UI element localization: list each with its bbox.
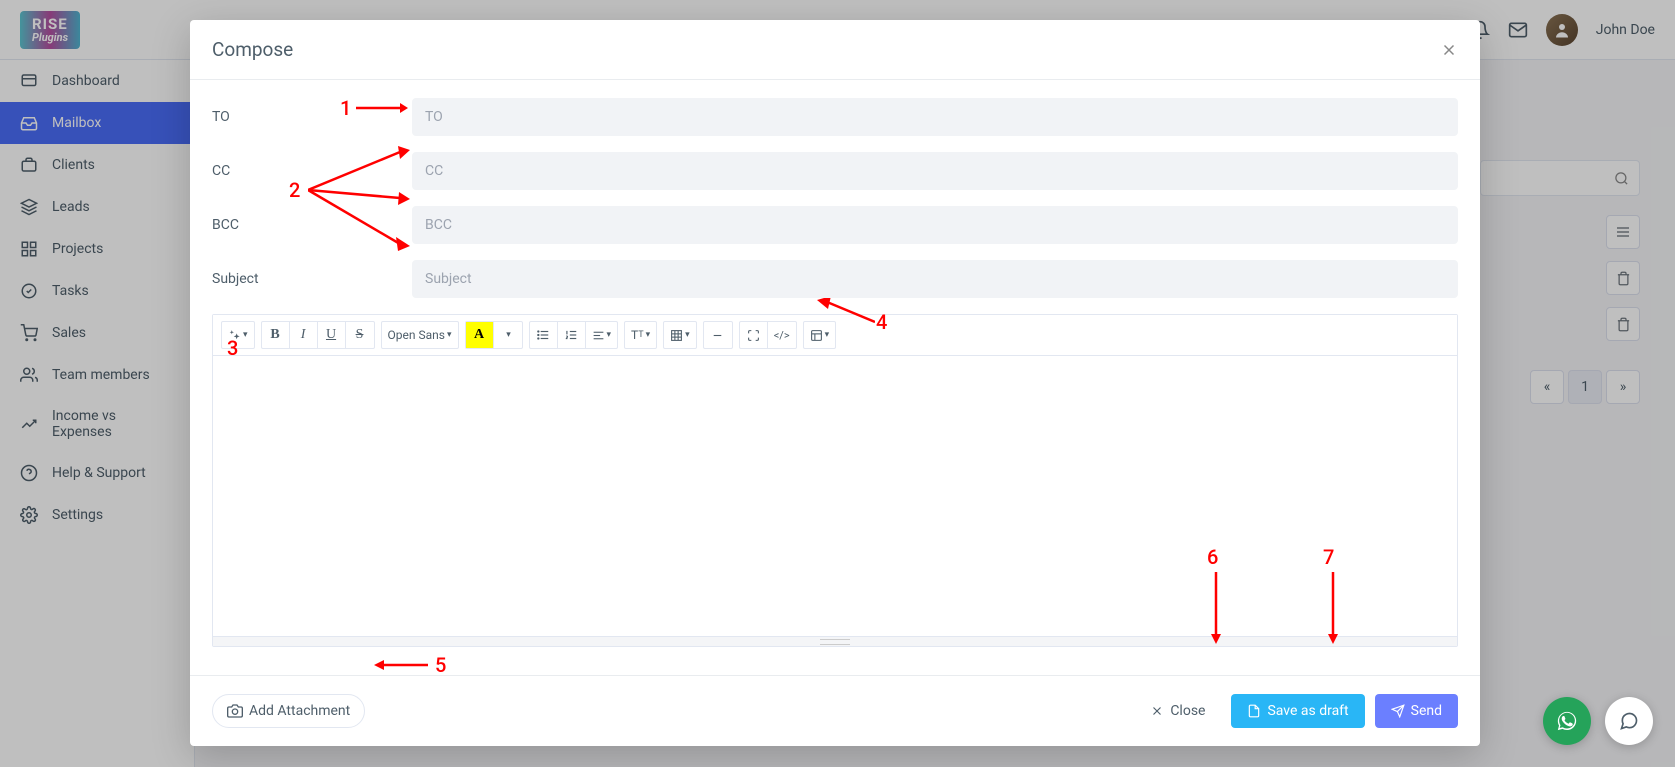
font-color-button[interactable]: A [466,322,494,348]
align-button[interactable]: ▾ [586,322,618,348]
whatsapp-icon [1556,710,1578,732]
camera-icon [227,703,243,719]
attach-label: Add Attachment [249,703,350,719]
cc-label: CC [212,163,412,179]
font-color-caret[interactable]: ▾ [494,322,522,348]
table-button[interactable]: ▾ [664,322,696,348]
fullscreen-button[interactable] [740,322,768,348]
whatsapp-button[interactable] [1543,697,1591,745]
strike-button[interactable]: S [346,322,374,348]
hr-button[interactable] [704,322,732,348]
x-icon [1150,704,1164,718]
chat-button[interactable] [1605,697,1653,745]
subject-label: Subject [212,271,412,287]
bold-button[interactable]: B [262,322,290,348]
subject-input[interactable] [412,260,1458,298]
italic-button[interactable]: I [290,322,318,348]
to-input[interactable] [412,98,1458,136]
file-icon [1247,704,1261,718]
ul-button[interactable] [530,322,558,348]
send-label: Send [1411,703,1442,719]
add-attachment-button[interactable]: Add Attachment [212,694,365,728]
save-draft-button[interactable]: Save as draft [1231,694,1364,728]
compose-modal: Compose TO CC BCC Subject ▾ B I [190,20,1480,746]
layout-button[interactable]: ▾ [804,322,836,348]
modal-title: Compose [212,38,293,61]
cc-input[interactable] [412,152,1458,190]
style-button[interactable]: TT▾ [625,322,656,348]
send-button[interactable]: Send [1375,694,1458,728]
font-family-select[interactable]: Open Sans▾ [382,322,458,348]
close-label: Close [1170,703,1205,719]
ol-button[interactable] [558,322,586,348]
editor-toolbar: ▾ B I U S Open Sans▾ A ▾ ▾ TT▾ [213,315,1457,356]
bcc-input[interactable] [412,206,1458,244]
send-icon [1391,704,1405,718]
codeview-button[interactable]: </> [768,322,796,348]
chat-icon [1619,711,1639,731]
editor: ▾ B I U S Open Sans▾ A ▾ ▾ TT▾ [212,314,1458,647]
bcc-label: BCC [212,217,412,233]
editor-content[interactable] [213,356,1457,636]
draft-label: Save as draft [1267,703,1348,719]
underline-button[interactable]: U [318,322,346,348]
magic-icon[interactable]: ▾ [222,322,254,348]
to-label: TO [212,109,412,125]
close-button[interactable]: Close [1134,694,1221,728]
editor-resize-handle[interactable] [213,636,1457,646]
close-icon[interactable] [1440,41,1458,59]
